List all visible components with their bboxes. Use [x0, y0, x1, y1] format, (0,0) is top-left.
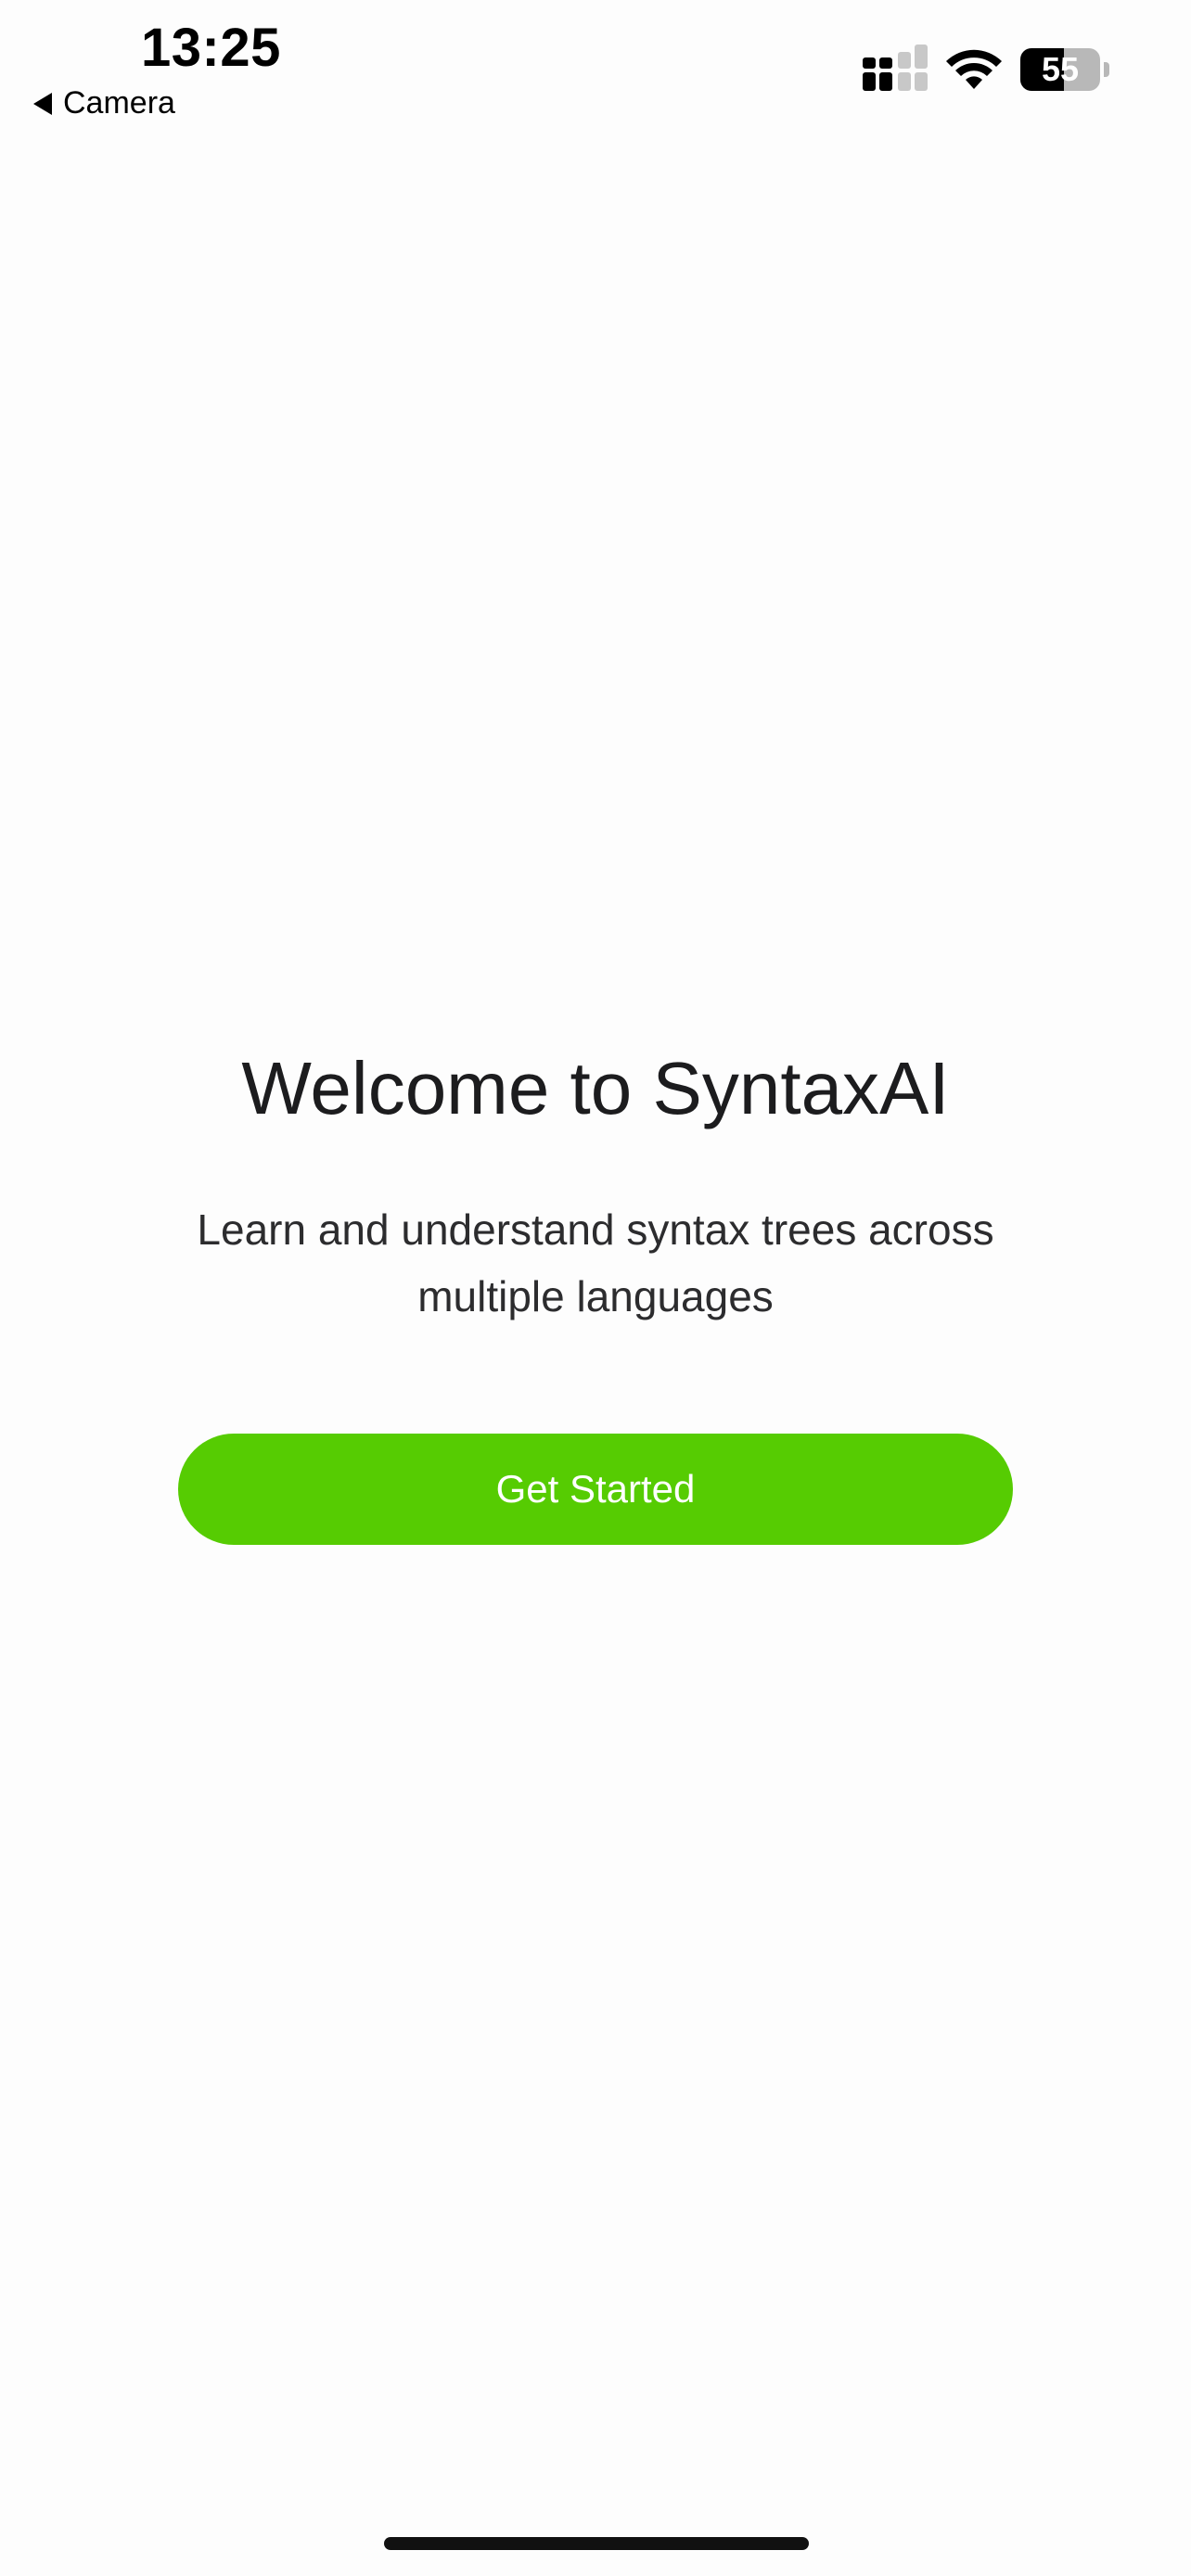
cellular-signal-icon — [863, 45, 928, 91]
back-link-label: Camera — [63, 85, 175, 121]
battery-icon: 55 — [1020, 48, 1113, 91]
welcome-title: Welcome to SyntaxAI — [241, 1047, 950, 1129]
home-indicator[interactable] — [384, 2537, 809, 2550]
back-arrow-icon — [33, 92, 52, 115]
welcome-subtitle: Learn and understand syntax trees across… — [197, 1205, 994, 1320]
status-bar-time: 13:25 — [141, 18, 281, 78]
get-started-button[interactable]: Get Started — [178, 1434, 1013, 1545]
back-to-camera-link[interactable]: Camera — [33, 85, 175, 121]
battery-level-text: 55 — [1041, 50, 1080, 88]
wifi-icon — [946, 49, 1002, 89]
